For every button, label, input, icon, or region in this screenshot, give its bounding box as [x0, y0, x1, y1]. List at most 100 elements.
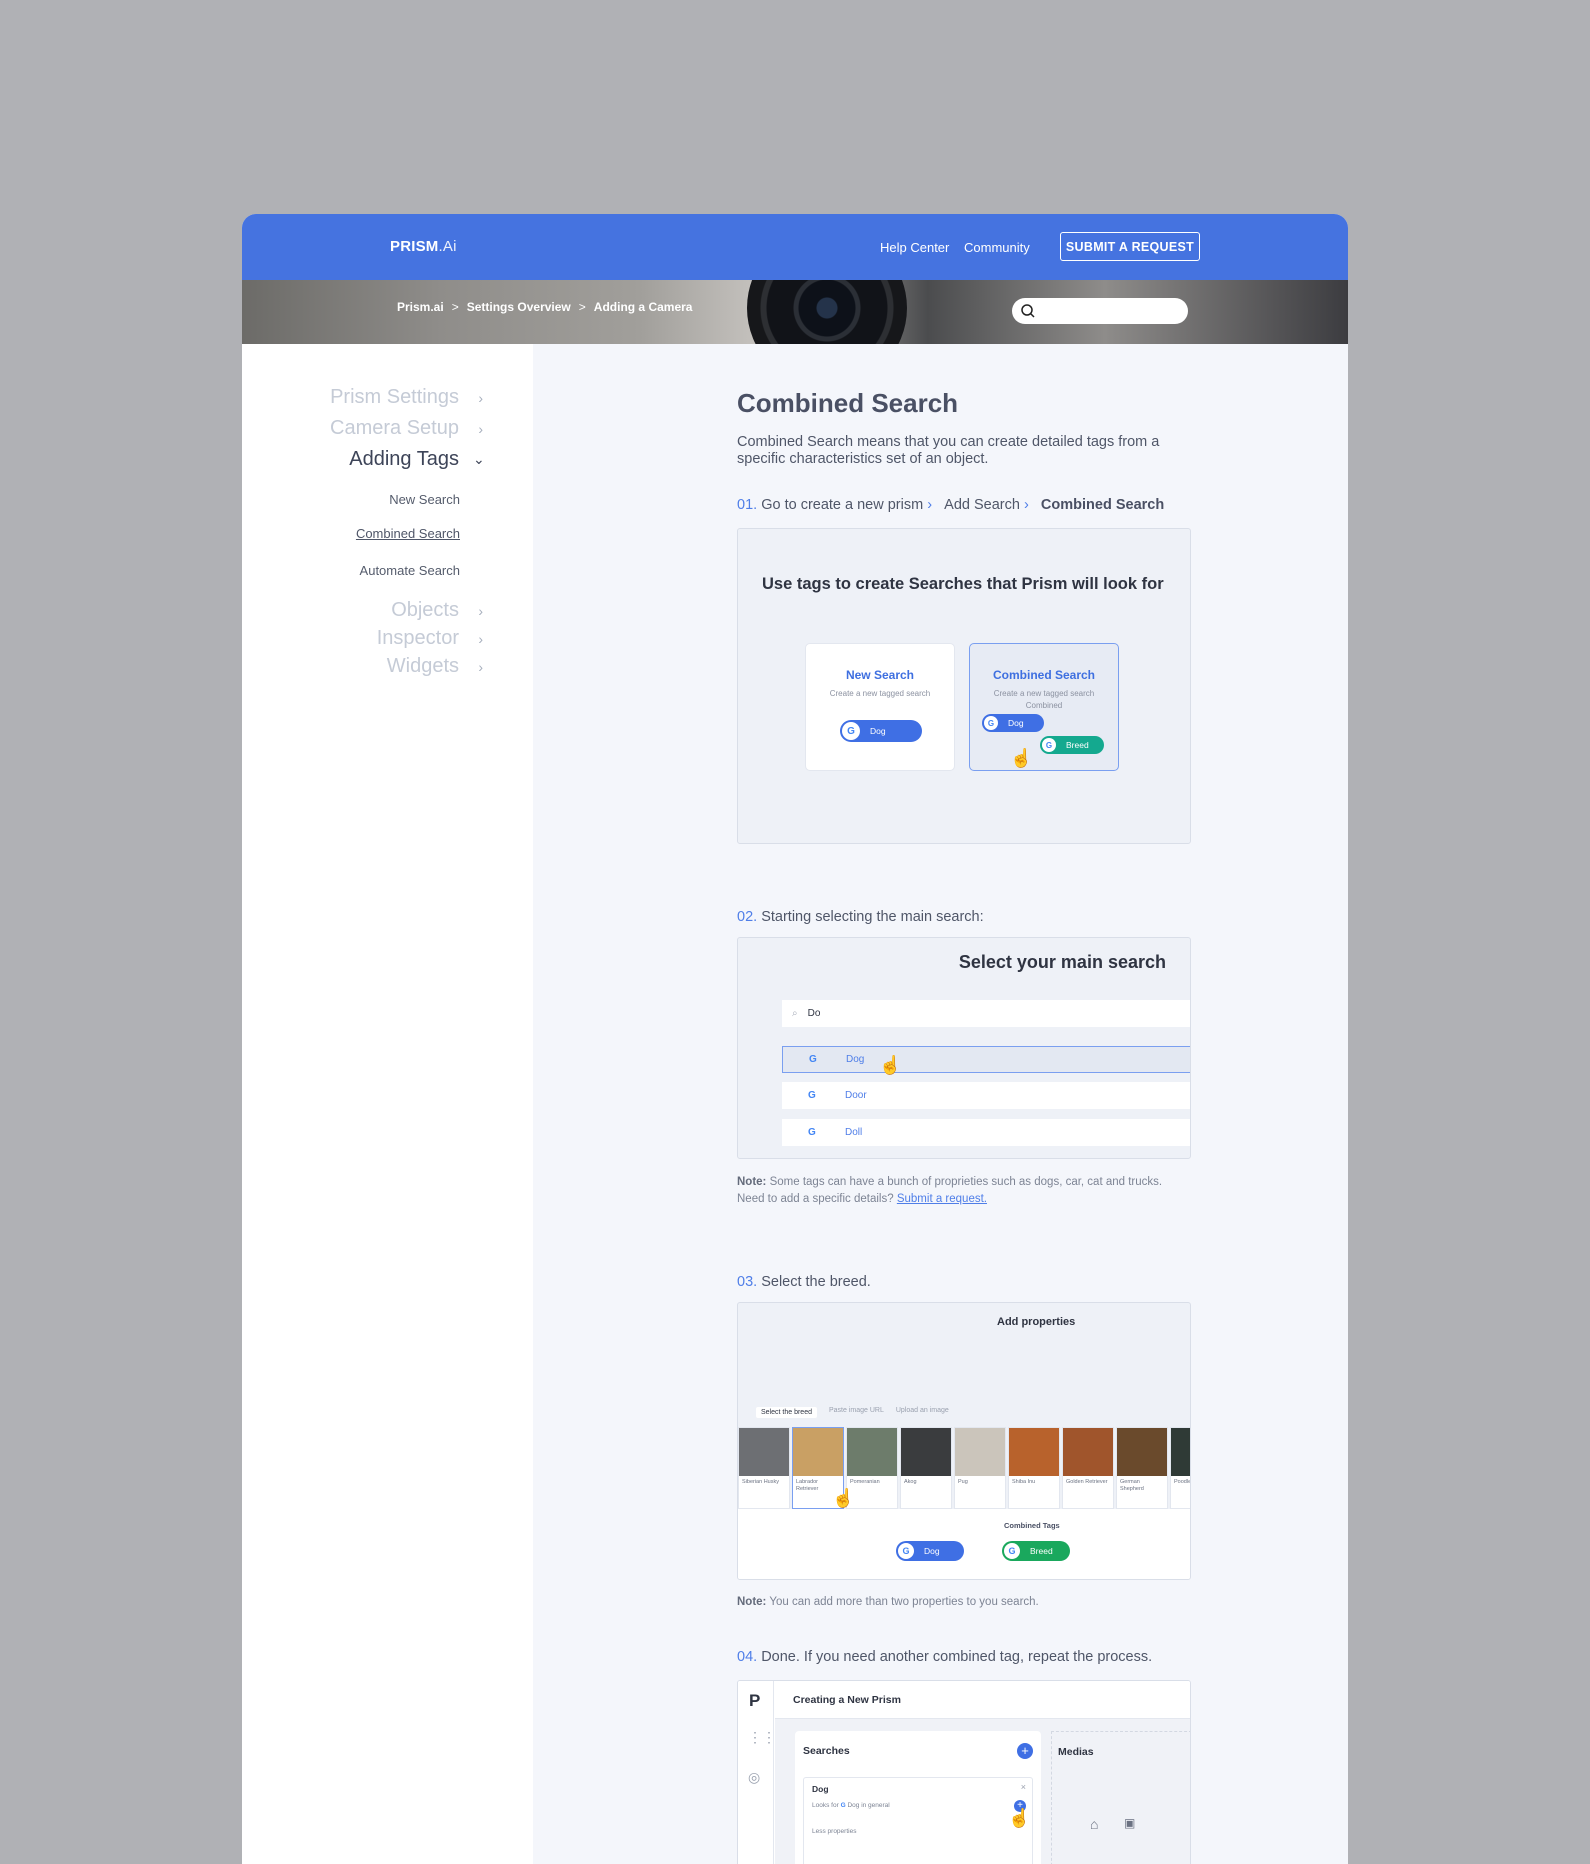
tag-pill-dog: G Dog — [896, 1541, 964, 1561]
close-icon[interactable]: × — [1021, 1782, 1026, 1792]
search-item-looks-for: Looks for G Dog in general — [812, 1802, 890, 1809]
compass-icon[interactable]: ◎ — [748, 1769, 760, 1786]
panel-title: Select your main search — [958, 952, 1166, 972]
hand-cursor-icon: ☝ — [832, 1488, 855, 1508]
sidebar-item-adding-tags[interactable]: Adding Tags ⌄ — [349, 448, 485, 471]
page-title: Combined Search — [737, 388, 959, 418]
combined-tags-area: Combined Tags G Dog G Breed — [738, 1509, 1190, 1579]
app-main: Searches + Dog × Looks for G Dog in gene… — [775, 1719, 1190, 1864]
combined-search-card[interactable]: Combined Search Create a new tagged sear… — [969, 643, 1119, 771]
search-icon: ⌕ — [792, 1008, 798, 1019]
search-item-title: Dog — [812, 1784, 829, 1794]
screenshot-main-search: Select your main search ⌕ Do G Dog ☝ G Door … — [737, 937, 1191, 1159]
google-icon: G — [1042, 738, 1056, 752]
tab-upload-image[interactable]: Upload an image — [896, 1407, 949, 1418]
sidebar-item-prism-settings[interactable]: Prism Settings › — [330, 386, 483, 409]
step-3: 03. Select the breed. — [737, 1274, 871, 1290]
add-search-button[interactable]: + — [1017, 1743, 1033, 1759]
sidebar-subitem-automate-search[interactable]: Automate Search — [360, 563, 460, 578]
brand-logo[interactable]: PRISM.Ai — [390, 238, 457, 255]
step-2: 02. Starting selecting the main search: — [737, 909, 984, 925]
article-intro: Combined Search means that you can creat… — [737, 434, 1160, 467]
breadcrumb-separator: > — [578, 300, 586, 314]
chevron-right-icon: › — [478, 630, 483, 647]
step-4: 04. Done. If you need another combined t… — [737, 1649, 1153, 1665]
hand-cursor-icon: ☝ — [1008, 1808, 1031, 1828]
breadcrumb-separator: > — [451, 300, 459, 314]
community-link[interactable]: Community — [964, 240, 1030, 255]
new-search-card[interactable]: New Search Create a new tagged search GD… — [805, 643, 955, 771]
breed-card[interactable]: Poodle — [1170, 1427, 1190, 1509]
tag-pill-dog: G Dog — [982, 714, 1044, 732]
google-icon: G — [1004, 1543, 1020, 1559]
panel-title: Use tags to create Searches that Prism w… — [762, 575, 1164, 593]
search-result-doll[interactable]: G Doll — [782, 1119, 1190, 1146]
sidebar-item-widgets[interactable]: Widgets › — [387, 655, 483, 678]
searches-title: Searches — [803, 1745, 850, 1757]
search-icon — [1021, 304, 1035, 318]
image-icon[interactable]: ▣ — [1124, 1816, 1135, 1830]
card-subtitle: Create a new tagged search Combined — [993, 689, 1095, 710]
breed-card[interactable]: Shiba Inu — [1008, 1427, 1060, 1509]
google-icon: G — [842, 722, 860, 740]
chevron-right-icon: › — [478, 420, 483, 437]
google-icon: G — [808, 1090, 816, 1101]
chevron-down-icon: ⌄ — [473, 451, 485, 467]
sidebar-item-camera-setup[interactable]: Camera Setup › — [330, 417, 483, 440]
card-subtitle: Create a new tagged search — [829, 689, 931, 698]
search-result-door[interactable]: G Door — [782, 1082, 1190, 1109]
breed-card[interactable]: Akog — [900, 1427, 952, 1509]
main-search-input[interactable]: ⌕ Do — [782, 1000, 1190, 1027]
breadcrumb-item[interactable]: Prism.ai — [397, 300, 444, 314]
less-properties-link[interactable]: Less properties — [812, 1828, 856, 1835]
chevron-right-icon: › — [478, 602, 483, 619]
app-header-title: Creating a New Prism — [793, 1694, 901, 1706]
tag-pill-breed: G Breed — [1002, 1541, 1070, 1561]
panel-title: Add properties — [997, 1316, 1076, 1328]
app-header: Creating a New Prism — [775, 1681, 1190, 1719]
app-rail: P ⋮⋮ ◎ — [738, 1681, 776, 1864]
home-icon[interactable]: ⌂ — [1090, 1816, 1098, 1832]
google-icon: G — [809, 1054, 817, 1065]
google-icon: G — [808, 1127, 816, 1138]
medias-panel: Medias ⌂ ▣ — [1051, 1731, 1190, 1864]
help-center-window: PRISM.Ai Help Center Community SUBMIT A … — [242, 214, 1348, 1864]
submit-request-link[interactable]: Submit a request. — [897, 1193, 987, 1205]
tab-select-breed[interactable]: Select the breed — [756, 1407, 817, 1418]
tab-paste-url[interactable]: Paste image URL — [829, 1407, 884, 1418]
sidebar-item-inspector[interactable]: Inspector › — [377, 627, 483, 650]
breed-card[interactable]: German Shepherd — [1116, 1427, 1168, 1509]
combined-tags-label: Combined Tags — [1004, 1521, 1060, 1530]
sidebar-subitem-combined-search[interactable]: Combined Search — [356, 526, 460, 541]
step-1: 01. Go to create a new prism › Add Searc… — [737, 497, 1165, 513]
help-center-link[interactable]: Help Center — [880, 240, 949, 255]
hand-cursor-icon: ☝ — [879, 1055, 902, 1075]
sidebar-item-objects[interactable]: Objects › — [391, 599, 483, 622]
breed-card[interactable]: Siberian Husky — [738, 1427, 790, 1509]
hand-cursor-icon: ☝ — [1010, 748, 1033, 768]
breadcrumb-item[interactable]: Adding a Camera — [594, 300, 693, 314]
sidebar: Prism Settings › Camera Setup › Adding Tag… — [242, 344, 533, 1864]
submit-request-button[interactable]: SUBMIT A REQUEST — [1060, 232, 1200, 261]
search-item[interactable]: Dog × Looks for G Dog in general + Less … — [803, 1777, 1033, 1864]
google-icon: G — [898, 1543, 914, 1559]
grid-icon[interactable]: ⋮⋮ — [748, 1729, 776, 1746]
breed-card[interactable]: Golden Retriever — [1062, 1427, 1114, 1509]
property-tabs: Select the breed Paste image URL Upload … — [756, 1407, 949, 1418]
chevron-right-icon: › — [478, 389, 483, 406]
note-2: Note: You can add more than two properti… — [737, 1596, 1039, 1608]
search-input[interactable] — [1012, 298, 1188, 324]
search-result-dog[interactable]: G Dog ☝ — [782, 1046, 1190, 1075]
screenshot-create-search: Use tags to create Searches that Prism w… — [737, 528, 1191, 844]
note-1: Note: Some tags can have a bunch of prop… — [737, 1176, 1163, 1205]
screenshot-new-prism: P ⋮⋮ ◎ Creating a New Prism Searches + D… — [737, 1680, 1191, 1864]
breadcrumb-item[interactable]: Settings Overview — [467, 300, 571, 314]
card-title: Combined Search — [992, 668, 1096, 682]
tag-pill-dog: G Dog — [840, 720, 922, 742]
card-title: New Search — [845, 668, 915, 682]
top-navigation-bar: PRISM.Ai Help Center Community SUBMIT A … — [242, 214, 1348, 280]
tag-pill-breed: G Breed — [1040, 736, 1104, 754]
sidebar-subitem-new-search[interactable]: New Search — [389, 492, 460, 507]
searches-panel: Searches + Dog × Looks for G Dog in gene… — [795, 1731, 1041, 1864]
breed-card[interactable]: Pug — [954, 1427, 1006, 1509]
